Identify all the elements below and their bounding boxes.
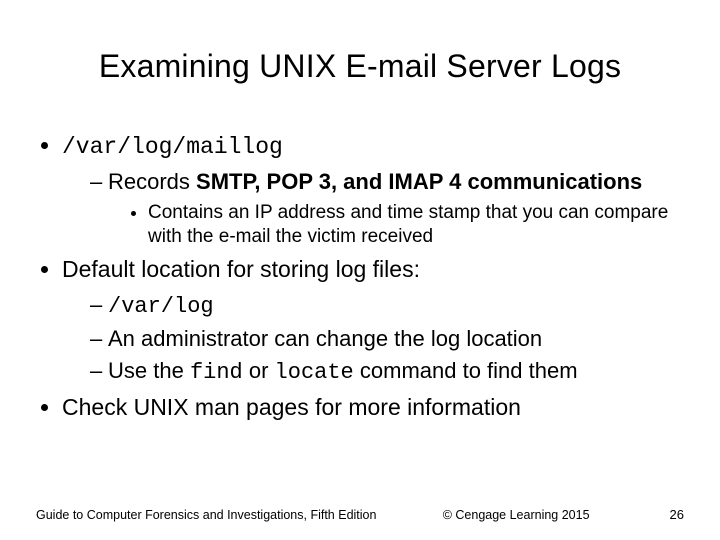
text-strong: SMTP, POP 3, and IMAP 4 communications (196, 169, 642, 194)
subsub-contains: Contains an IP address and time stamp th… (148, 201, 684, 250)
footer: Guide to Computer Forensics and Investig… (36, 507, 684, 522)
footer-right: © Cengage Learning 2015 26 (443, 507, 684, 522)
code-path-varlog: /var/log (108, 294, 214, 319)
bullet-list: /var/log/maillog Records SMTP, POP 3, an… (36, 131, 684, 423)
code-locate: locate (275, 360, 354, 385)
sub-admin-change: An administrator can change the log loca… (90, 325, 684, 353)
sub-varlog: /var/log (90, 291, 684, 321)
subsublist: Contains an IP address and time stamp th… (108, 201, 684, 250)
sub-find-locate: Use the find or locate command to find t… (90, 357, 684, 387)
code-path-maillog: /var/log/maillog (62, 134, 283, 160)
bullet-maillog: /var/log/maillog Records SMTP, POP 3, an… (62, 131, 684, 249)
sublist: Records SMTP, POP 3, and IMAP 4 communic… (62, 168, 684, 249)
sub-records: Records SMTP, POP 3, and IMAP 4 communic… (90, 168, 684, 249)
slide-title: Examining UNIX E-mail Server Logs (36, 48, 684, 85)
page-number: 26 (670, 507, 684, 522)
footer-copyright: © Cengage Learning 2015 (443, 508, 590, 522)
bullet-man-pages: Check UNIX man pages for more informatio… (62, 393, 684, 422)
text: or (243, 358, 275, 383)
bullet-default-location: Default location for storing log files: … (62, 255, 684, 387)
text: command to find them (354, 358, 578, 383)
text: Records (108, 169, 196, 194)
text: Use the (108, 358, 190, 383)
code-find: find (190, 360, 243, 385)
footer-left: Guide to Computer Forensics and Investig… (36, 508, 376, 522)
slide: Examining UNIX E-mail Server Logs /var/l… (0, 0, 720, 540)
text: Default location for storing log files: (62, 256, 420, 282)
sublist: /var/log An administrator can change the… (62, 291, 684, 387)
